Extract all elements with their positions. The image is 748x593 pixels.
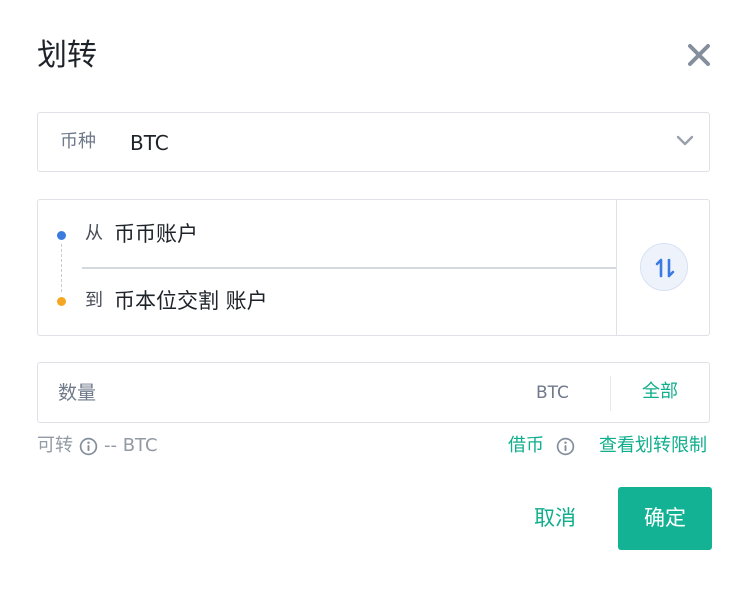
- available-value: -- BTC: [104, 435, 158, 456]
- close-button[interactable]: [684, 40, 714, 70]
- currency-select[interactable]: 币种 BTC: [37, 112, 710, 172]
- currency-value: BTC: [130, 131, 169, 155]
- cancel-button[interactable]: 取消: [518, 492, 592, 544]
- swap-vertical-icon: [655, 258, 675, 278]
- amount-input[interactable]: [58, 377, 498, 409]
- view-transfer-limits-link[interactable]: 查看划转限制: [599, 434, 707, 458]
- from-label: 从: [85, 223, 103, 244]
- transfer-accounts: 从 币币账户 到 币本位交割 账户: [37, 199, 710, 336]
- account-divider: [82, 267, 617, 269]
- max-amount-button[interactable]: 全部: [642, 380, 678, 404]
- amount-field-wrapper: BTC 全部: [37, 362, 710, 423]
- from-dot: [57, 231, 66, 240]
- confirm-button[interactable]: 确定: [618, 487, 712, 550]
- to-label: 到: [85, 290, 103, 311]
- available-label: 可转: [37, 435, 73, 456]
- swap-accounts-button[interactable]: [640, 243, 688, 291]
- currency-label: 币种: [60, 131, 96, 152]
- chevron-down-icon: [676, 135, 694, 146]
- to-dot: [57, 297, 66, 306]
- amount-unit: BTC: [536, 383, 569, 403]
- to-account-select[interactable]: 币本位交割 账户: [114, 287, 268, 315]
- borrow-link[interactable]: 借币: [508, 434, 544, 458]
- available-balance: 可转 -- BTC: [37, 434, 158, 458]
- from-account-select[interactable]: 币币账户: [114, 220, 198, 248]
- swap-divider: [616, 200, 617, 335]
- info-icon[interactable]: [556, 437, 575, 456]
- close-icon: [688, 44, 710, 66]
- info-icon[interactable]: [79, 437, 98, 456]
- dialog-title: 划转: [37, 38, 97, 73]
- amount-separator: [610, 376, 611, 411]
- transfer-dialog: 划转 币种 BTC 从 币币账户 到 币本位交割 账户 数量 BTC 全部 可转…: [0, 0, 748, 593]
- connector-line: [61, 244, 62, 292]
